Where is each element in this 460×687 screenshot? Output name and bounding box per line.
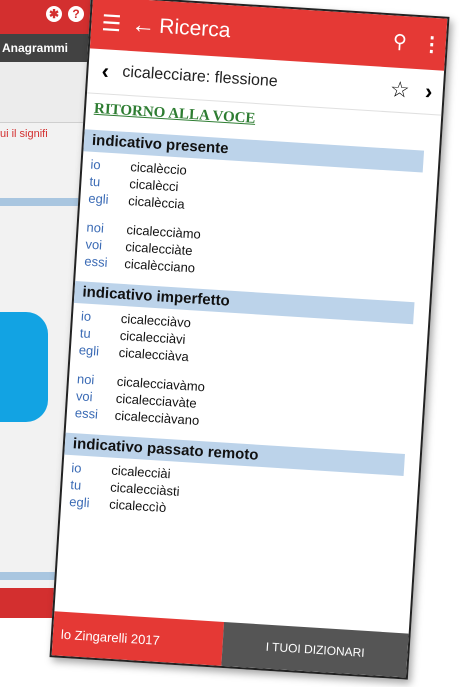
pronoun: voi bbox=[75, 388, 94, 405]
more-icon[interactable]: ⋮ bbox=[417, 31, 447, 58]
menu-icon[interactable]: ☰ bbox=[91, 9, 133, 37]
pronoun: tu bbox=[69, 477, 82, 493]
your-dictionaries-button[interactable]: I TUOI DIZIONARI bbox=[221, 621, 409, 678]
bottom-bar: lo Zingarelli 2017 I TUOI DIZIONARI bbox=[51, 611, 409, 678]
conjugation-sections: indicativo presente io cicalèccio tu cicalèc… bbox=[61, 129, 439, 532]
star-icon[interactable]: ☆ bbox=[384, 76, 416, 104]
pronoun: tu bbox=[79, 325, 92, 342]
pronoun: noi bbox=[86, 219, 105, 236]
pronoun: noi bbox=[76, 371, 95, 388]
background-app-bar: ✱ ? bbox=[0, 0, 90, 34]
pronoun: egli bbox=[87, 190, 110, 207]
gear-icon[interactable]: ✱ bbox=[46, 6, 62, 22]
pronoun: io bbox=[80, 308, 92, 324]
pronoun: essi bbox=[83, 253, 108, 270]
conjugation-section: indicativo passato remoto io cicalecciài tu… bbox=[61, 432, 420, 532]
verb-form: cicalècci bbox=[128, 176, 179, 195]
conjugation-section: indicativo presente io cicalèccio tu cicalèc… bbox=[76, 129, 439, 291]
background-input-area bbox=[0, 62, 90, 123]
pronoun: tu bbox=[88, 173, 101, 190]
background-blue-card bbox=[0, 312, 48, 422]
app-bar-title: Ricerca bbox=[158, 14, 232, 43]
back-icon[interactable]: ‹ bbox=[88, 57, 124, 85]
verb-form: cicalecciàvano bbox=[114, 407, 200, 428]
verb-form: cicaleccìò bbox=[108, 496, 167, 516]
background-divider bbox=[0, 198, 90, 206]
pronoun: essi bbox=[74, 405, 99, 422]
pronoun: egli bbox=[68, 494, 90, 511]
verb-form: cicalècciano bbox=[123, 256, 196, 276]
conjugation-content: RITORNO ALLA VOCE indicativo presente io c… bbox=[61, 96, 441, 531]
pronoun: voi bbox=[85, 236, 103, 253]
search-icon[interactable]: ⚲ bbox=[381, 29, 418, 54]
conjugation-section: indicativo imperfetto io cicalecciàvo tu cic… bbox=[66, 280, 429, 443]
help-icon[interactable]: ? bbox=[68, 6, 84, 22]
entry-title: cicalecciare: flessione bbox=[121, 63, 279, 91]
conjugation-screen: ☰ ← Ricerca ⚲ ⋮ ‹ cicalecciare: flession… bbox=[49, 0, 450, 680]
pronoun: io bbox=[70, 460, 83, 476]
background-hint-text: ui il signifi bbox=[0, 128, 48, 140]
pronoun: io bbox=[90, 156, 102, 173]
back-arrow-icon[interactable]: ← bbox=[130, 11, 160, 41]
brand-label: lo Zingarelli 2017 bbox=[51, 611, 225, 666]
background-tab-anagrammi[interactable]: Anagrammi bbox=[0, 34, 90, 62]
chevron-right-icon[interactable]: › bbox=[414, 78, 444, 106]
pronoun: egli bbox=[78, 342, 100, 359]
